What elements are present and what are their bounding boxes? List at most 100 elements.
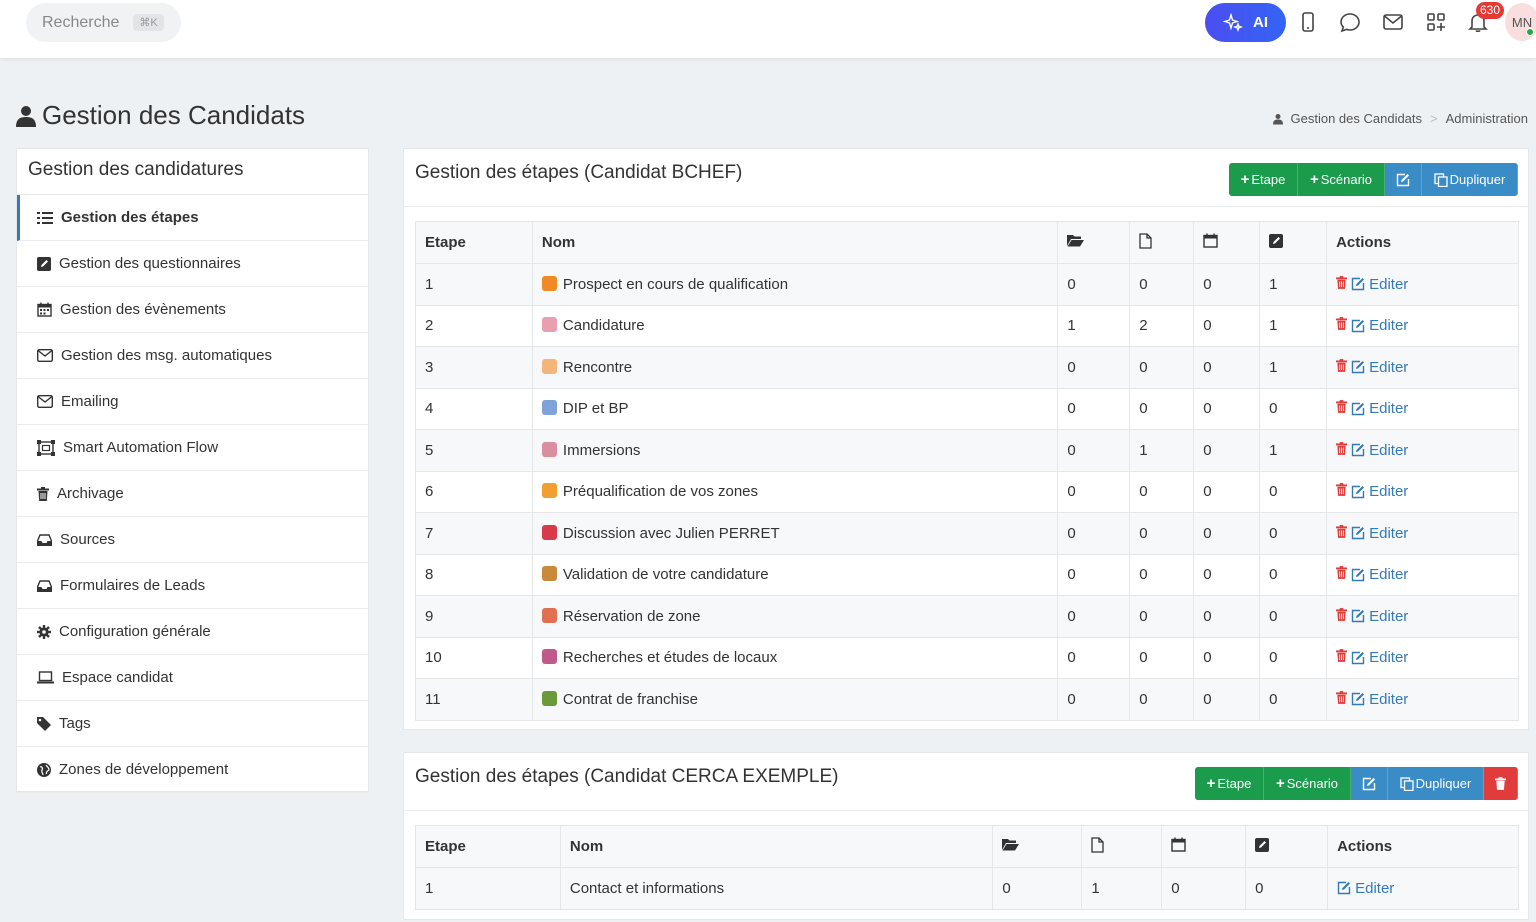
delete-button[interactable] xyxy=(1484,767,1518,800)
duplicate-button[interactable]: Dupliquer xyxy=(1388,767,1484,800)
delete-row-button[interactable] xyxy=(1336,524,1348,542)
cell-count: 0 xyxy=(1129,387,1195,430)
delete-row-button[interactable] xyxy=(1336,566,1348,583)
delete-row-button[interactable] xyxy=(1336,317,1348,334)
edit-link[interactable]: Editer xyxy=(1351,691,1408,708)
delete-row-button[interactable] xyxy=(1336,690,1348,708)
edit-label: Editer xyxy=(1369,400,1409,418)
duplicate-button[interactable]: Dupliquer xyxy=(1422,163,1518,196)
sidebar-item-label: Espace candidat xyxy=(62,669,173,686)
col-file[interactable] xyxy=(1081,825,1163,868)
col-folder[interactable] xyxy=(992,825,1083,868)
cell-count: 0 xyxy=(1259,387,1328,430)
page-title: Gestion des Candidats xyxy=(16,100,305,131)
mobile-icon[interactable] xyxy=(1297,11,1319,33)
panel-title: Gestion des étapes (Candidat BCHEF) xyxy=(415,162,743,183)
col-nom[interactable]: Nom xyxy=(531,221,1059,264)
delete-row-button[interactable] xyxy=(1336,649,1348,666)
cell-count: 0 xyxy=(1057,553,1131,596)
col-calendar[interactable] xyxy=(1161,825,1247,868)
user-icon xyxy=(16,105,36,127)
sidebar-item-label: Gestion des msg. automatiques xyxy=(61,347,272,364)
avatar[interactable]: MN xyxy=(1505,3,1536,41)
edit-button[interactable] xyxy=(1385,163,1422,196)
search-box[interactable]: Recherche ⌘K xyxy=(26,3,181,42)
edit-icon xyxy=(1351,651,1365,664)
col-questionnaire[interactable] xyxy=(1245,825,1329,868)
edit-link[interactable]: Editer xyxy=(1351,359,1408,376)
edit-link[interactable]: Editer xyxy=(1351,317,1408,334)
sidebar-item-label: Configuration générale xyxy=(59,623,211,640)
cell-count: 0 xyxy=(1129,512,1195,555)
trash-icon xyxy=(1336,524,1348,538)
col-file[interactable] xyxy=(1129,221,1195,264)
sidebar-item-emailing[interactable]: Emailing xyxy=(17,379,368,425)
delete-row-button[interactable] xyxy=(1336,358,1348,376)
sidebar-item-sources[interactable]: Sources xyxy=(17,517,368,563)
table-row: 7 Discussion avec Julien PERRET 0 0 0 0 Editer xyxy=(415,512,1519,555)
cell-etape: 7 xyxy=(415,512,533,555)
sidebar-item-zones[interactable]: Zones de développement xyxy=(17,747,368,793)
stage-emoji-icon xyxy=(541,607,557,623)
edit-link[interactable]: Editer xyxy=(1351,276,1408,293)
add-scenario-button[interactable]: + Scénario xyxy=(1264,767,1351,800)
sidebar-item-smart-automation[interactable]: Smart Automation Flow xyxy=(17,425,368,471)
trash-icon xyxy=(1336,358,1348,372)
edit-link[interactable]: Editer xyxy=(1337,880,1509,897)
duplicate-label: Dupliquer xyxy=(1449,172,1506,187)
cell-nom: Rencontre xyxy=(531,346,1059,389)
delete-row-button[interactable] xyxy=(1336,441,1348,459)
sidebar-item-msg-automatiques[interactable]: Gestion des msg. automatiques xyxy=(17,333,368,379)
edit-link[interactable]: Editer xyxy=(1351,566,1408,583)
sidebar-item-label: Sources xyxy=(60,531,116,548)
cell-count: 0 xyxy=(1193,263,1261,306)
edit-link[interactable]: Editer xyxy=(1351,525,1408,542)
sidebar-item-tags[interactable]: Tags xyxy=(17,701,368,747)
edit-button[interactable] xyxy=(1351,767,1388,800)
edit-link[interactable]: Editer xyxy=(1351,483,1408,500)
cell-actions: Editer xyxy=(1326,678,1519,721)
sidebar-item-espace-candidat[interactable]: Espace candidat xyxy=(17,655,368,701)
edit-link[interactable]: Editer xyxy=(1351,400,1408,417)
col-questionnaire[interactable] xyxy=(1259,221,1328,264)
col-nom[interactable]: Nom xyxy=(559,825,994,868)
sidebar-item-questionnaires[interactable]: Gestion des questionnaires xyxy=(17,241,368,287)
sidebar-item-evenements[interactable]: Gestion des évènements xyxy=(17,287,368,333)
delete-row-button[interactable] xyxy=(1336,483,1348,500)
table-row: 1 Prospect en cours de qualification 0 0 0 1 E… xyxy=(415,263,1519,306)
sidebar-item-formulaires[interactable]: Formulaires de Leads xyxy=(17,563,368,609)
breadcrumb-item[interactable]: Gestion des Candidats xyxy=(1291,111,1423,126)
file-icon xyxy=(1139,232,1152,249)
delete-row-button[interactable] xyxy=(1336,400,1348,417)
add-scenario-label: Scénario xyxy=(1286,776,1339,791)
mail-icon[interactable] xyxy=(1382,11,1404,33)
breadcrumb-item[interactable]: Administration xyxy=(1446,111,1528,126)
add-etape-button[interactable]: + Etape xyxy=(1195,767,1264,800)
calendar-icon xyxy=(1171,837,1186,852)
edit-label: Editer xyxy=(1369,275,1409,293)
col-calendar[interactable] xyxy=(1193,221,1261,264)
sidebar-item-configuration[interactable]: Configuration générale xyxy=(17,609,368,655)
col-etape[interactable]: Etape xyxy=(415,221,533,264)
edit-link[interactable]: Editer xyxy=(1351,649,1408,666)
add-scenario-button[interactable]: + Scénario xyxy=(1298,163,1385,196)
add-etape-button[interactable]: + Etape xyxy=(1229,163,1298,196)
col-folder[interactable] xyxy=(1057,221,1131,264)
col-etape[interactable]: Etape xyxy=(415,825,561,868)
delete-row-button[interactable] xyxy=(1336,607,1348,625)
cell-count: 0 xyxy=(1129,470,1195,513)
sidebar-item-label: Gestion des étapes xyxy=(61,209,199,226)
cell-count: 0 xyxy=(1193,553,1261,596)
sidebar-item-archivage[interactable]: Archivage xyxy=(17,471,368,517)
edit-link[interactable]: Editer xyxy=(1351,442,1408,459)
ai-button[interactable]: AI xyxy=(1205,3,1286,42)
stage-emoji-icon xyxy=(541,690,557,706)
edit-link[interactable]: Editer xyxy=(1351,608,1408,625)
delete-row-button[interactable] xyxy=(1336,275,1348,293)
sidebar-item-etapes[interactable]: Gestion des étapes xyxy=(17,195,368,241)
apps-icon[interactable] xyxy=(1425,11,1447,33)
chat-icon[interactable] xyxy=(1339,11,1361,33)
cell-etape: 4 xyxy=(415,387,533,430)
stage-name: DIP et BP xyxy=(562,400,629,418)
trash-icon xyxy=(1336,400,1348,414)
